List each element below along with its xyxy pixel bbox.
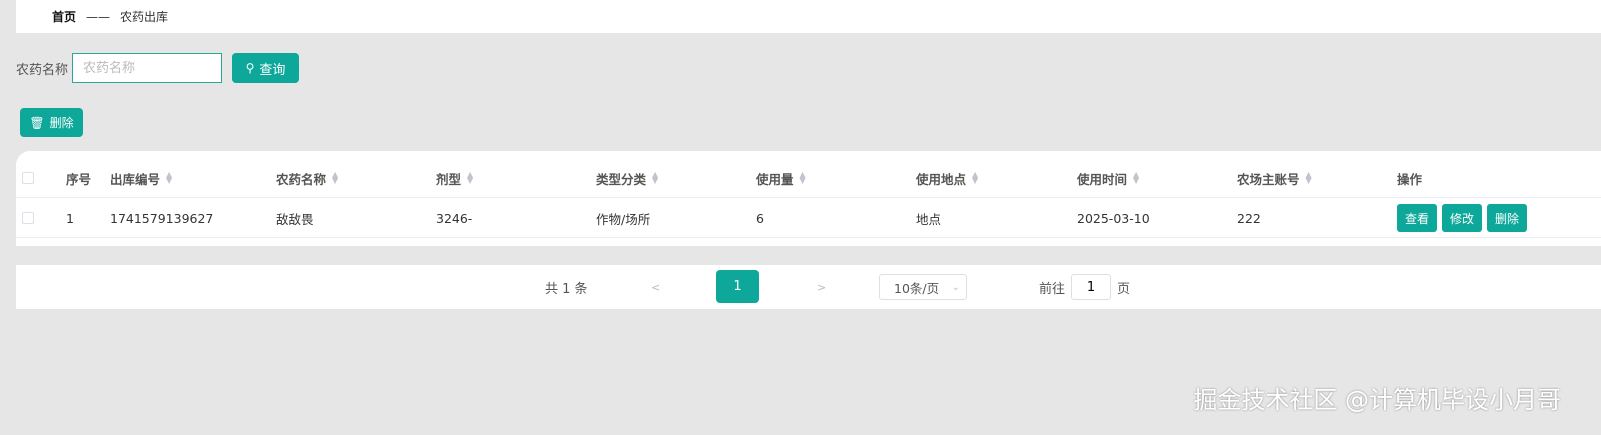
col-form[interactable]: 剂型 ▲ ▼ — [436, 158, 473, 198]
sort-icon[interactable]: ▲ ▼ — [800, 171, 806, 185]
col-label: 使用时间 — [1077, 171, 1128, 187]
search-button[interactable]: ⚲ 查询 — [232, 53, 300, 83]
col-label: 使用地点 — [916, 171, 967, 187]
trash-icon: 🗑 — [29, 115, 45, 130]
breadcrumb-current: 农药出库 — [120, 10, 169, 24]
delete-label: 删除 — [49, 116, 74, 130]
outbound-table: 序号 出库编号 ▲ ▼ 农药名称 ▲ ▼ 剂型 ▲ ▼ 类型分类 ▲ ▼ 使用量 ▲ ▼ 使用地点 ▲… — [16, 151, 1601, 246]
col-index: 序号 — [66, 171, 92, 187]
search-bar: 农药名称 ⚲ 查询 — [16, 53, 300, 83]
sort-icon[interactable]: ▲ ▼ — [332, 171, 338, 185]
cell-amount: 6 — [756, 210, 764, 226]
table-row: 1 1741579139627 敌敌畏 3246- 作物/场所 6 地点 202… — [16, 198, 1601, 238]
watermark: 掘金技术社区 @计算机毕设小月哥 — [1193, 386, 1561, 414]
col-label: 农场主账号 — [1237, 171, 1300, 187]
chevron-down-icon: ⌄ — [951, 281, 960, 293]
breadcrumb-home[interactable]: 首页 — [52, 8, 76, 25]
cell-out-no: 1741579139627 — [110, 210, 214, 226]
sort-icon[interactable]: ▲ ▼ — [166, 171, 172, 185]
cell-account: 222 — [1237, 210, 1261, 226]
breadcrumb: 首页 —— 农药出库 — [16, 0, 1601, 33]
pesticide-name-input[interactable] — [72, 53, 223, 83]
search-button-label: 查询 — [259, 62, 286, 78]
col-label: 类型分类 — [596, 171, 647, 187]
cell-form: 3246- — [436, 210, 473, 226]
breadcrumb-separator: —— — [86, 9, 111, 24]
cell-time: 2025-03-10 — [1077, 210, 1150, 226]
edit-button[interactable]: 修改 — [1442, 204, 1483, 232]
col-location[interactable]: 使用地点 ▲ ▼ — [916, 158, 978, 198]
cell-index: 1 — [66, 210, 74, 226]
col-label: 出库编号 — [110, 171, 161, 187]
total-count: 共 1 条 — [545, 281, 588, 297]
select-all-checkbox[interactable] — [22, 172, 34, 184]
pagination: 共 1 条 < 1 > 10条/页 ⌄ 前往 页 — [16, 265, 1601, 309]
view-button[interactable]: 查看 — [1397, 204, 1438, 232]
col-amount[interactable]: 使用量 ▲ ▼ — [756, 158, 806, 198]
sort-icon[interactable]: ▲ ▼ — [972, 171, 978, 185]
prev-page-button[interactable]: < — [651, 265, 660, 309]
goto-label: 前往 — [1039, 281, 1066, 297]
delete-button[interactable]: 删除 — [1487, 204, 1528, 232]
page-1-button[interactable]: 1 — [716, 270, 759, 303]
page-size-value: 10条/页 — [894, 280, 940, 296]
sort-icon[interactable]: ▲ ▼ — [467, 171, 473, 185]
sort-icon[interactable]: ▲ ▼ — [1133, 171, 1139, 185]
col-category[interactable]: 类型分类 ▲ ▼ — [596, 158, 658, 198]
col-label: 农药名称 — [276, 171, 327, 187]
col-out-no[interactable]: 出库编号 ▲ ▼ — [110, 158, 172, 198]
sort-icon[interactable]: ▲ ▼ — [652, 171, 658, 185]
cell-name: 敌敌畏 — [276, 211, 314, 227]
row-checkbox[interactable] — [22, 212, 34, 224]
col-label: 剂型 — [436, 171, 462, 187]
next-page-button[interactable]: > — [817, 265, 826, 309]
page-size-select[interactable]: 10条/页 ⌄ — [879, 274, 967, 300]
batch-delete-button[interactable]: 🗑 删除 — [20, 108, 83, 137]
search-icon: ⚲ — [245, 61, 255, 75]
col-label: 使用量 — [756, 171, 794, 187]
goto-page: 前往 页 — [1039, 265, 1130, 309]
cell-category: 作物/场所 — [596, 211, 651, 227]
sort-icon[interactable]: ▲ ▼ — [1306, 171, 1312, 185]
page-suffix: 页 — [1117, 281, 1131, 297]
col-actions: 操作 — [1397, 171, 1423, 187]
col-account[interactable]: 农场主账号 ▲ ▼ — [1237, 158, 1312, 198]
goto-page-input[interactable] — [1071, 274, 1112, 300]
search-label: 农药名称 — [16, 62, 69, 78]
col-time[interactable]: 使用时间 ▲ ▼ — [1077, 158, 1139, 198]
cell-location: 地点 — [916, 211, 942, 227]
table-header: 序号 出库编号 ▲ ▼ 农药名称 ▲ ▼ 剂型 ▲ ▼ 类型分类 ▲ ▼ 使用量 ▲ ▼ 使用地点 ▲… — [16, 158, 1601, 198]
col-name[interactable]: 农药名称 ▲ ▼ — [276, 158, 338, 198]
